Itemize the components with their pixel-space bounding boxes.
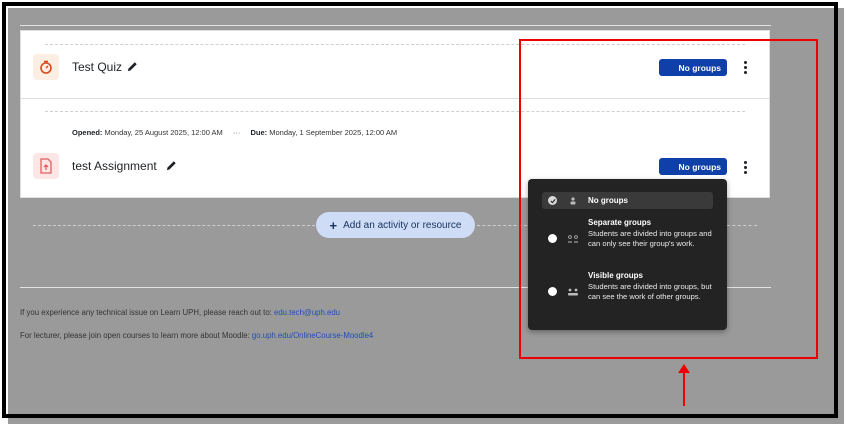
add-activity-label: Add an activity or resource: [343, 219, 462, 231]
footer-courses-line: For lecturer, please join open courses t…: [20, 331, 373, 340]
opened-value: Monday, 25 August 2025, 12:00 AM: [104, 128, 223, 137]
stopwatch-icon: [33, 54, 59, 80]
footer-courses-text: For lecturer, please join open courses t…: [20, 331, 250, 340]
annotation-arrow-line: [683, 372, 685, 406]
due-label: Due:: [250, 128, 268, 137]
assignment-upload-icon: [33, 153, 59, 179]
edit-pencil-icon[interactable]: [166, 160, 177, 171]
activity-dates: Opened: Monday, 25 August 2025, 12:00 AM…: [72, 128, 397, 137]
annotation-highlight-box: [519, 39, 818, 359]
activity-name-link[interactable]: Test Quiz: [72, 60, 122, 74]
add-activity-button[interactable]: + Add an activity or resource: [316, 212, 475, 238]
plus-icon: +: [329, 217, 338, 233]
opened-label: Opened:: [72, 128, 103, 137]
footer-support-line: If you experience any technical issue on…: [20, 308, 340, 317]
support-email-link[interactable]: edu.tech@uph.edu: [274, 308, 340, 317]
add-activity-divider-left: [33, 225, 315, 226]
dates-separator: ···: [232, 128, 241, 137]
activity-name-link[interactable]: test Assignment: [72, 159, 157, 173]
due-value: Monday, 1 September 2025, 12:00 AM: [269, 128, 398, 137]
section-top-divider: [20, 25, 771, 26]
edit-pencil-icon[interactable]: [127, 61, 138, 72]
footer-support-text: If you experience any technical issue on…: [20, 308, 272, 317]
online-course-link[interactable]: go.uph.edu/OnlineCourse-Moodle4: [252, 331, 373, 340]
